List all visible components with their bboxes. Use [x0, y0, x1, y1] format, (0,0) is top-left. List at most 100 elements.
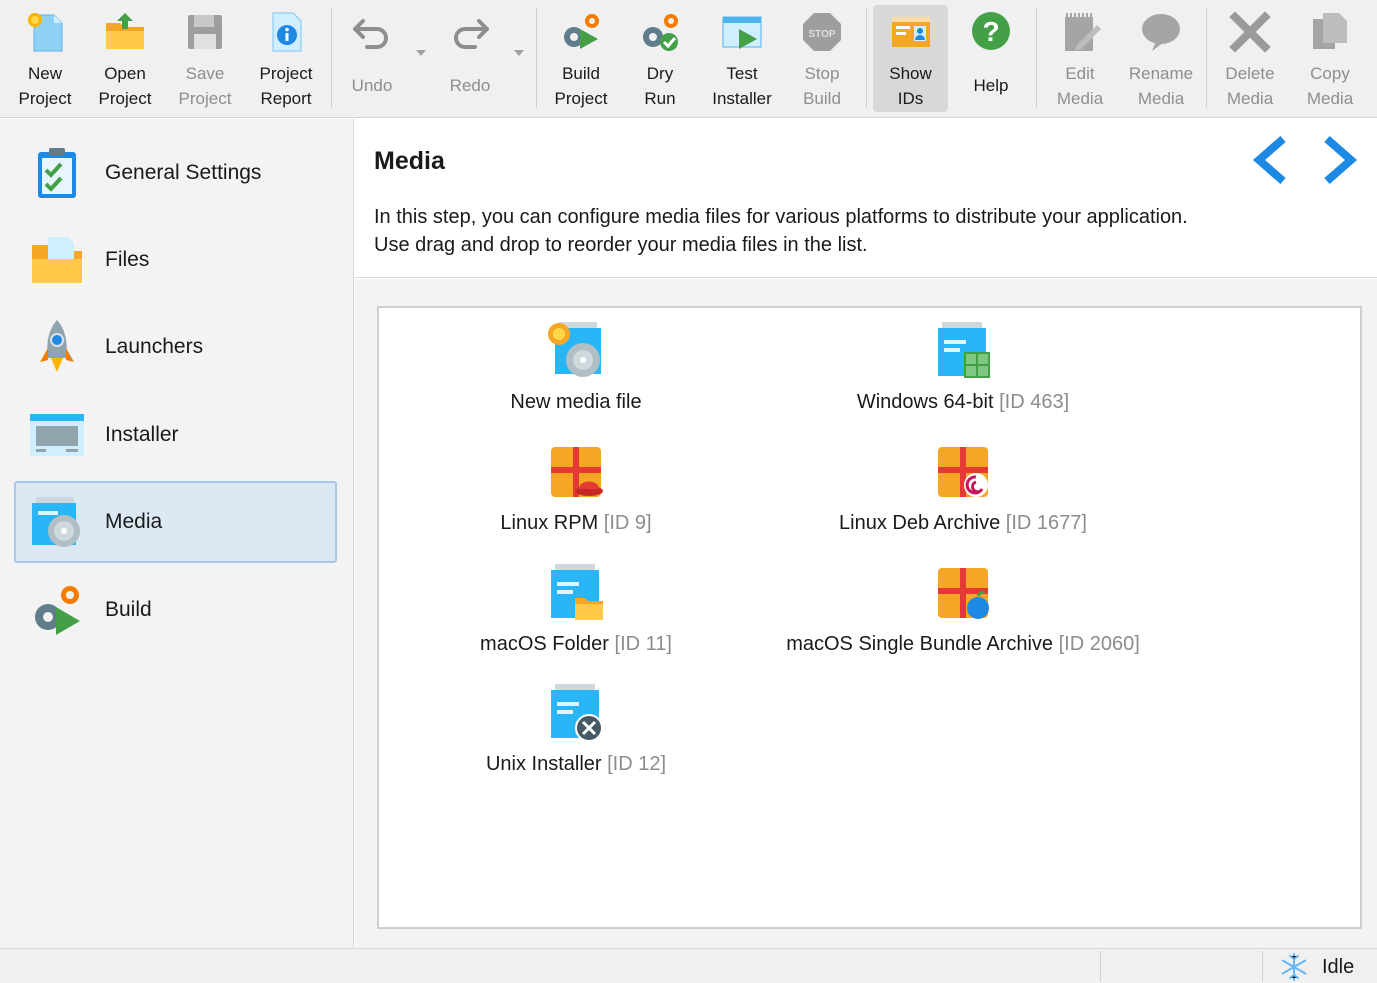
content-area: New media file Windows 64-bit [ID 463] L… [355, 279, 1377, 948]
toolbar-separator [331, 8, 332, 108]
build-gears-icon [564, 14, 599, 49]
build-gears-icon [35, 586, 80, 635]
sidebar-item-label: Files [105, 248, 150, 271]
media-item-name: macOS Folder [480, 633, 609, 655]
media-item-name: Windows 64-bit [856, 391, 994, 413]
media-item-name: Linux Deb Archive [839, 512, 1001, 534]
new-project-icon [28, 13, 63, 52]
copy-pages-icon [1313, 13, 1347, 49]
macos-archive-icon [938, 568, 989, 619]
snowflake-icon [1281, 953, 1307, 981]
new-project-button[interactable]: New Project [8, 5, 82, 112]
redo-button[interactable]: Redo [436, 5, 504, 112]
page-title: Media [374, 147, 445, 175]
media-item-id: [ID 11] [614, 633, 672, 655]
status-bar: Idle [0, 948, 1377, 983]
svg-text:?: ? [982, 16, 999, 47]
save-disk-icon [188, 15, 222, 49]
media-item-id: [ID 1677] [1005, 512, 1087, 534]
undo-button[interactable]: Undo [338, 5, 406, 112]
project-report-button[interactable]: Project Report [248, 5, 324, 112]
next-step-chevron-right-icon[interactable] [1317, 133, 1363, 187]
redo-dropdown-chevron-icon[interactable] [514, 50, 524, 56]
open-project-button[interactable]: Open Project [88, 5, 162, 112]
macos-folder-icon [551, 564, 603, 620]
windows-media-icon [938, 322, 990, 378]
show-ids-button[interactable]: Show IDs [873, 5, 948, 112]
redo-icon [454, 19, 489, 49]
edit-media-button[interactable]: Edit Media [1043, 5, 1117, 112]
media-item-id: [ID 9] [603, 512, 652, 534]
media-item-unix-installer[interactable]: Unix Installer [ID 12] [376, 682, 776, 787]
media-list: New media file Windows 64-bit [ID 463] L… [377, 306, 1362, 929]
help-question-icon: ? [972, 12, 1010, 50]
undo-icon [353, 19, 388, 49]
delete-media-button[interactable]: Delete Media [1213, 5, 1287, 112]
media-item-id: [ID 463] [999, 391, 1070, 413]
copy-media-button[interactable]: Copy Media [1293, 5, 1367, 112]
delete-x-icon [1229, 11, 1271, 53]
sidebar: General Settings Files Launchers Install… [0, 119, 354, 948]
unix-installer-icon [551, 684, 603, 742]
test-installer-button[interactable]: Test Installer [704, 5, 780, 112]
help-button[interactable]: ? Help [954, 5, 1028, 112]
media-item-name: Linux RPM [500, 512, 599, 534]
sidebar-item-general-settings[interactable]: General Settings [14, 132, 337, 214]
media-item-linux-rpm[interactable]: Linux RPM [ID 9] [376, 441, 776, 546]
sidebar-item-media[interactable]: Media [14, 481, 337, 563]
status-text: Idle [1322, 956, 1355, 978]
stop-build-button[interactable]: STOP Stop Build [786, 5, 858, 112]
dry-run-button[interactable]: Dry Run [624, 5, 696, 112]
media-item-name: New media file [510, 391, 642, 413]
linux-rpm-icon [551, 447, 603, 497]
step-header: Media In this step, you can configure me… [355, 119, 1377, 278]
toolbar-separator [536, 8, 537, 108]
undo-dropdown-chevron-icon[interactable] [416, 50, 426, 56]
media-item-id: [ID 2060] [1058, 633, 1140, 655]
media-item-name: macOS Single Bundle Archive [786, 633, 1054, 655]
save-project-button[interactable]: Save Project [168, 5, 242, 112]
sidebar-item-launchers[interactable]: Launchers [14, 306, 337, 388]
media-item-macos-folder[interactable]: macOS Folder [ID 11] [376, 562, 776, 667]
dry-run-icon [643, 14, 678, 51]
new-media-icon [548, 322, 601, 377]
status-separator [1100, 951, 1101, 982]
rename-media-button[interactable]: Rename Media [1123, 5, 1199, 112]
media-item-linux-deb[interactable]: Linux Deb Archive [ID 1677] [763, 441, 1163, 546]
page-description: In this step, you can configure media fi… [374, 206, 1188, 256]
linux-deb-icon [938, 447, 988, 497]
folder-icon [32, 237, 82, 283]
media-item-windows[interactable]: Windows 64-bit [ID 463] [763, 320, 1163, 425]
toolbar: New Project Open Project Save Project Pr… [0, 0, 1377, 118]
status-separator [1262, 951, 1263, 982]
toolbar-separator [1206, 8, 1207, 108]
sidebar-item-label: General Settings [105, 161, 262, 184]
media-item-name: Unix Installer [485, 753, 602, 775]
show-ids-icon [891, 17, 930, 47]
installer-window-icon [30, 414, 84, 456]
project-report-icon [272, 12, 302, 52]
media-item-id: [ID 12] [607, 753, 667, 775]
sidebar-item-installer[interactable]: Installer [14, 394, 337, 476]
sidebar-item-label: Installer [105, 423, 179, 446]
edit-media-icon [1065, 13, 1101, 51]
sidebar-item-build[interactable]: Build [14, 569, 337, 651]
rocket-icon [40, 320, 74, 372]
rename-speech-icon [1142, 14, 1180, 51]
sidebar-item-label: Media [105, 510, 163, 533]
sidebar-item-label: Launchers [105, 335, 204, 358]
toolbar-separator [1036, 8, 1037, 108]
svg-text:STOP: STOP [808, 29, 835, 40]
sidebar-item-files[interactable]: Files [14, 219, 337, 301]
media-disc-icon [32, 497, 80, 547]
toolbar-separator [866, 8, 867, 108]
previous-step-chevron-left-icon[interactable] [1247, 133, 1293, 187]
sidebar-item-label: Build [105, 598, 152, 621]
open-folder-icon [106, 13, 144, 49]
clipboard-check-icon [38, 148, 76, 198]
stop-sign-icon: STOP [803, 13, 841, 51]
test-installer-icon [722, 16, 762, 49]
build-project-button[interactable]: Build Project [544, 5, 618, 112]
media-item-new[interactable]: New media file [376, 320, 776, 425]
media-item-macos-archive[interactable]: macOS Single Bundle Archive [ID 2060] [763, 562, 1163, 667]
